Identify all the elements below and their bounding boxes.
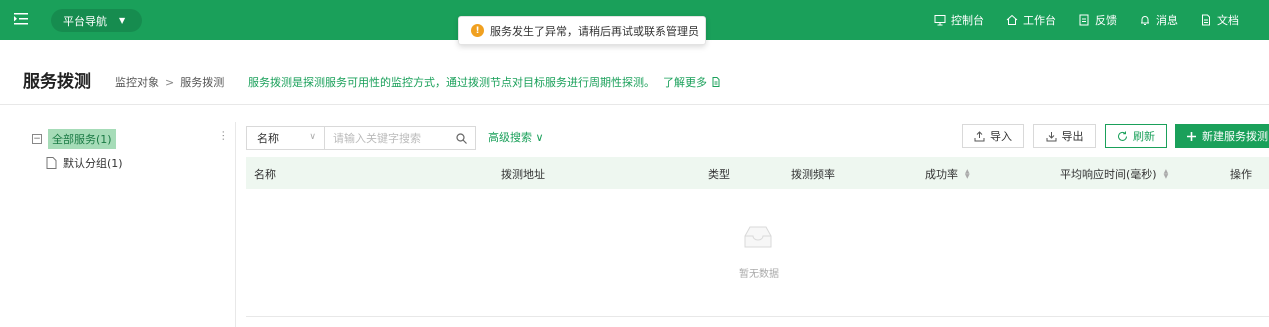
table-header: 名称 拨测地址 类型 拨测频率 成功率 ▲ ▼ 平均响应时间(毫秒) ▲ ▼ 操作	[246, 157, 1269, 189]
column-actions-label: 操作	[1230, 168, 1252, 181]
download-icon	[1046, 131, 1056, 141]
column-header-address: 拨测地址	[501, 166, 545, 182]
nav-workbench-label: 工作台	[1023, 14, 1056, 27]
tree-node-all-services[interactable]: − 全部服务(1)	[32, 129, 116, 149]
tree-node-default-group[interactable]: 默认分组(1)	[46, 155, 123, 171]
feedback-icon	[1079, 14, 1089, 26]
platform-nav-label: 平台导航	[63, 14, 107, 28]
column-name-label: 名称	[254, 168, 276, 181]
upload-icon	[974, 130, 985, 141]
nav-console[interactable]: 控制台	[934, 12, 984, 28]
page-description: 服务拨测是探测服务可用性的监控方式，通过拨测节点对目标服务进行周期性探测。 了解更…	[248, 74, 721, 90]
page-header: 服务拨测 监控对象 > 服务拨测 服务拨测是探测服务可用性的监控方式，通过拨测节点对…	[0, 40, 1269, 105]
home-icon	[1006, 14, 1018, 25]
search-icon[interactable]	[456, 133, 467, 144]
refresh-icon	[1118, 131, 1127, 141]
empty-state-text: 暂无数据	[739, 269, 779, 280]
nav-messages-label: 消息	[1156, 14, 1178, 27]
new-service-probe-button[interactable]: 新建服务拨测	[1175, 124, 1269, 148]
column-avg-response-label: 平均响应时间(毫秒)	[1060, 168, 1157, 181]
sort-icon[interactable]: ▲ ▼	[1164, 169, 1169, 180]
search-field-value: 名称	[257, 132, 279, 145]
search-input[interactable]	[333, 131, 451, 145]
search-field-select[interactable]: 名称 ∨	[246, 126, 324, 150]
sort-icon[interactable]: ▲ ▼	[965, 169, 970, 180]
chevron-down-icon: ∨	[535, 131, 544, 144]
refresh-label: 刷新	[1133, 130, 1155, 143]
nav-workbench[interactable]: 工作台	[1006, 12, 1056, 28]
platform-nav-dropdown[interactable]: 平台导航 ▼	[51, 9, 142, 32]
error-toast: ! 服务发生了异常，请稍后再试或联系管理员	[458, 16, 706, 45]
nav-docs-label: 文档	[1217, 14, 1239, 27]
export-label: 导出	[1061, 130, 1084, 143]
collapse-icon[interactable]: −	[32, 134, 42, 144]
column-header-type: 类型	[708, 166, 730, 182]
refresh-button[interactable]: 刷新	[1105, 124, 1167, 148]
nav-docs[interactable]: 文档	[1200, 12, 1239, 28]
advanced-search-toggle[interactable]: 高级搜索 ∨	[488, 129, 544, 145]
breadcrumb: 监控对象 > 服务拨测	[115, 74, 224, 90]
empty-state-icon	[733, 224, 783, 253]
chevron-down-icon: ∨	[309, 132, 316, 142]
tree-node-default-label: 默认分组(1)	[63, 157, 123, 170]
caret-down-icon: ▼	[119, 16, 126, 25]
nav-feedback-label: 反馈	[1095, 14, 1117, 27]
warning-icon: !	[471, 24, 484, 37]
bell-icon	[1141, 16, 1149, 25]
import-button[interactable]: 导入	[962, 124, 1024, 148]
description-text: 服务拨测是探测服务可用性的监控方式，通过拨测节点对目标服务进行周期性探测。	[248, 76, 655, 89]
empty-inbox-icon	[744, 226, 772, 248]
toast-message: 服务发生了异常，请稍后再试或联系管理员	[490, 24, 699, 38]
breadcrumb-separator: >	[165, 76, 175, 89]
advanced-search-label: 高级搜索	[488, 131, 532, 144]
search-box	[324, 126, 476, 150]
more-options-icon[interactable]: ⋯	[217, 130, 230, 141]
import-label: 导入	[990, 130, 1012, 143]
column-frequency-label: 拨测频率	[791, 168, 835, 181]
service-group-tree: − 全部服务(1) ⋯ 默认分组(1)	[18, 122, 236, 327]
monitor-icon	[934, 15, 946, 26]
nav-messages[interactable]: 消息	[1139, 12, 1178, 28]
column-address-label: 拨测地址	[501, 168, 545, 181]
table-bottom-border	[246, 316, 1269, 317]
column-header-actions: 操作	[1230, 166, 1252, 182]
nav-feedback[interactable]: 反馈	[1078, 12, 1117, 28]
column-header-name: 名称	[254, 166, 276, 182]
breadcrumb-item-current: 服务拨测	[180, 76, 225, 89]
nav-console-label: 控制台	[951, 14, 984, 27]
document-link-icon	[712, 77, 719, 87]
file-icon	[46, 157, 57, 169]
menu-toggle-icon[interactable]	[14, 12, 28, 26]
learn-more-link[interactable]: 了解更多	[663, 76, 721, 89]
breadcrumb-item-monitor-objects[interactable]: 监控对象	[115, 76, 159, 89]
tree-node-all-label[interactable]: 全部服务(1)	[48, 129, 116, 149]
export-button[interactable]: 导出	[1033, 124, 1096, 148]
plus-icon	[1187, 131, 1196, 141]
new-service-probe-label: 新建服务拨测	[1202, 130, 1268, 143]
column-success-rate-label: 成功率	[925, 168, 958, 181]
page-title: 服务拨测	[23, 72, 91, 92]
column-type-label: 类型	[708, 168, 730, 181]
learn-more-label: 了解更多	[663, 76, 707, 89]
column-header-avg-response[interactable]: 平均响应时间(毫秒) ▲ ▼	[1060, 166, 1168, 182]
column-header-success-rate[interactable]: 成功率 ▲ ▼	[925, 166, 970, 182]
column-header-frequency: 拨测频率	[791, 166, 835, 182]
document-icon	[1202, 14, 1210, 26]
